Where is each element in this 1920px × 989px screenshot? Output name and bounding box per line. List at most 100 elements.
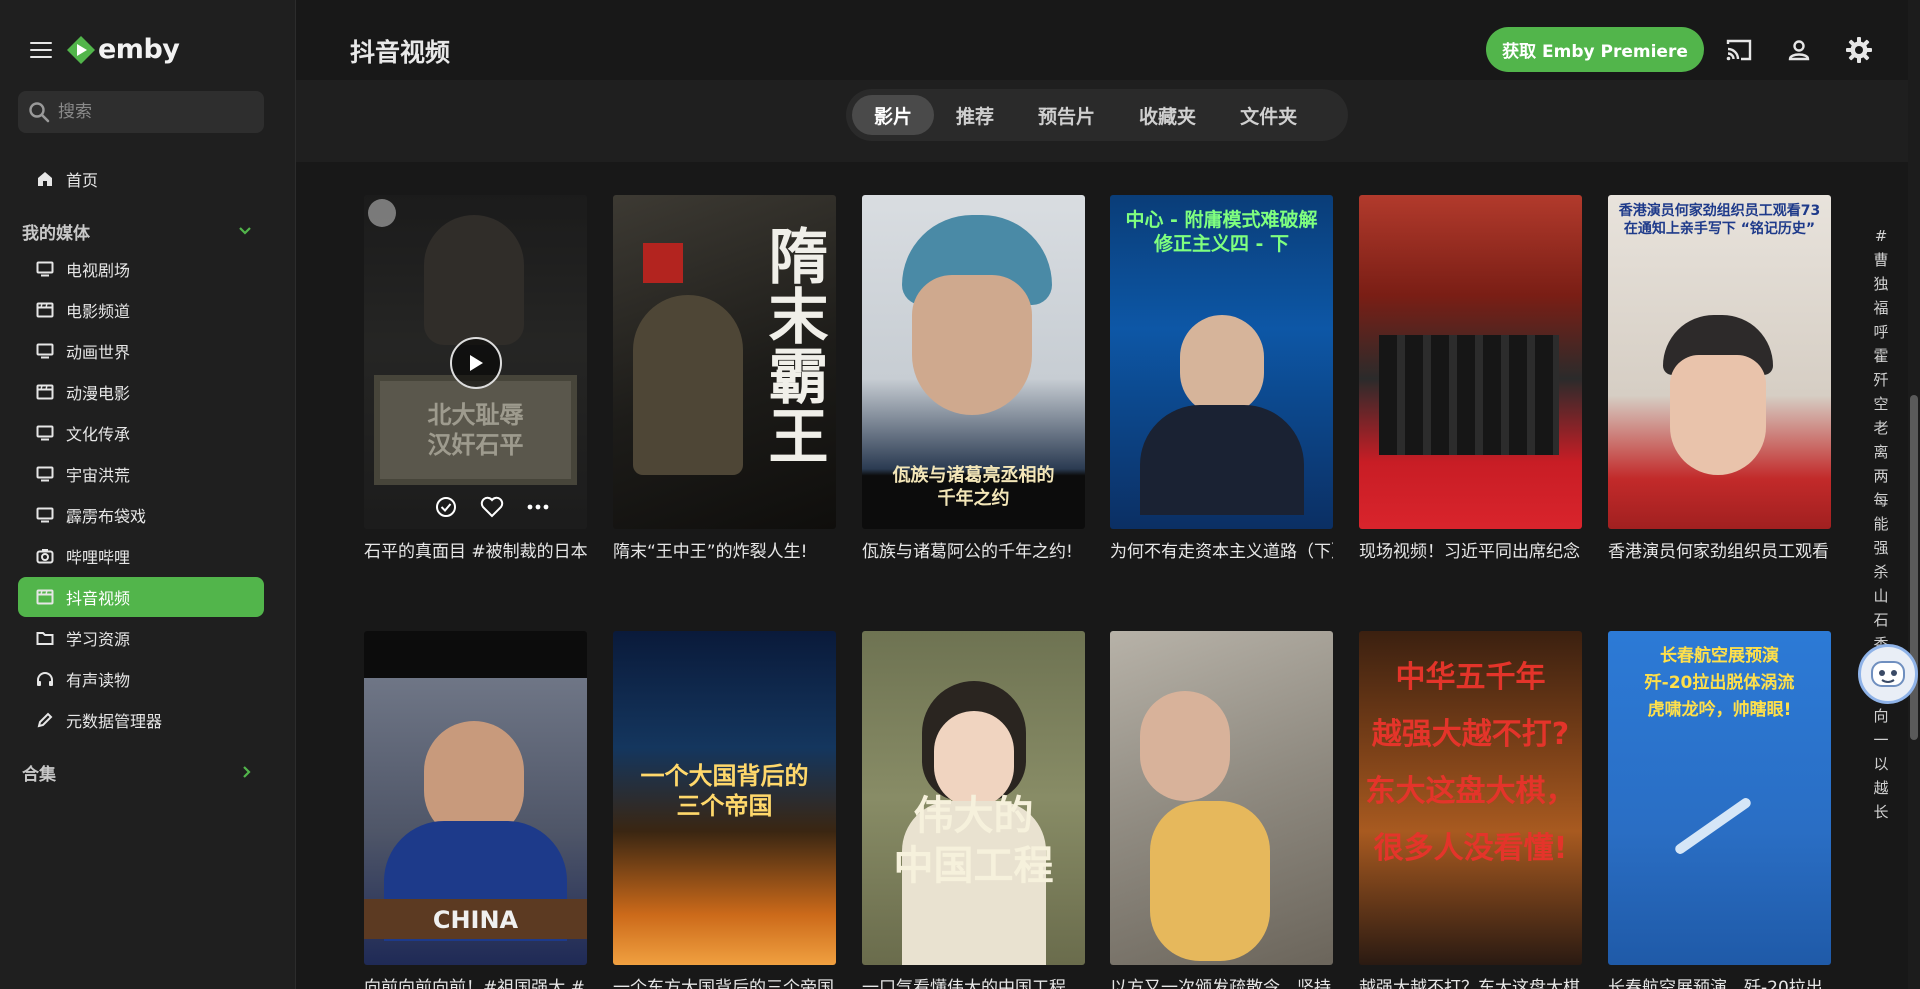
card-title[interactable]: 现场视频！习近平同出席纪念	[1359, 537, 1582, 562]
card-thumbnail[interactable]	[1359, 195, 1582, 529]
card-title[interactable]: 佤族与诸葛阿公的千年之约!	[862, 537, 1085, 562]
tab-item[interactable]: 预告片	[1016, 95, 1117, 135]
card-thumbnail[interactable]: 北大耻辱 汉奸石平	[364, 195, 587, 529]
card-thumbnail[interactable]: 香港演员何家劲组织员工观看73 在通知上亲手写下 “铭记历史”	[1608, 195, 1831, 529]
card-thumbnail[interactable]: 伟大的 中国工程	[862, 631, 1085, 965]
card-title[interactable]: 为何不有走资本主义道路（下）	[1110, 537, 1333, 562]
pencil-icon	[36, 711, 54, 729]
sidebar-item[interactable]: 动画世界	[18, 331, 264, 371]
alphabet-letter[interactable]: 越	[1873, 776, 1888, 800]
card-thumbnail[interactable]: 一个大国背后的 三个帝国	[613, 631, 836, 965]
card-title[interactable]: 石平的真面目 #被制裁的日本	[364, 537, 587, 562]
media-card[interactable]: 隋末霸王 隋末“王中王”的炸裂人生!	[613, 195, 836, 562]
media-card[interactable]: 中华五千年 越强大越不打? 东大这盘大棋，很多人没看懂! 越强大越不打？东大这盘…	[1359, 631, 1582, 989]
assistant-avatar-icon[interactable]	[1858, 644, 1918, 704]
sidebar-item[interactable]: 文化传承	[18, 413, 264, 453]
more-options-icon[interactable]	[526, 495, 550, 519]
alphabet-letter[interactable]: 空	[1873, 392, 1888, 416]
card-thumbnail[interactable]: 中心 - 附庸模式难破解 修正主义四 - 下	[1110, 195, 1333, 529]
tab-item[interactable]: 推荐	[934, 95, 1016, 135]
card-title[interactable]: 长春航空展预演，歼-20拉出	[1608, 973, 1831, 989]
card-title[interactable]: 一个东方大国背后的三个帝国	[613, 973, 836, 989]
card-thumbnail[interactable]	[1110, 631, 1333, 965]
sidebar-item[interactable]: 哔哩哔哩	[18, 536, 264, 576]
collections-section[interactable]: 合集	[18, 754, 264, 790]
alphabet-letter[interactable]: 独	[1873, 272, 1888, 296]
media-card[interactable]: 中心 - 附庸模式难破解 修正主义四 - 下 为何不有走资本主义道路（下）	[1110, 195, 1333, 562]
search-input[interactable]	[58, 102, 248, 122]
sidebar-item[interactable]: 有声读物	[18, 659, 264, 699]
card-thumbnail[interactable]: 长春航空展预演 歼-20拉出脱体涡流 虎啸龙吟，帅瞎眼!	[1608, 631, 1831, 965]
alphabet-letter[interactable]: 离	[1873, 440, 1888, 464]
played-check-icon[interactable]	[434, 495, 458, 519]
card-title[interactable]: 香港演员何家劲组织员工观看	[1608, 537, 1831, 562]
select-checkbox[interactable]	[368, 199, 396, 227]
sidebar-item[interactable]: 电影频道	[18, 290, 264, 330]
play-button[interactable]	[450, 337, 502, 389]
thumb-text: 伟大的 中国工程	[893, 792, 1054, 889]
alphabet-letter[interactable]: 霍	[1873, 344, 1888, 368]
alphabet-letter[interactable]: 曹	[1873, 248, 1888, 272]
settings-icon[interactable]	[1843, 34, 1875, 66]
card-title[interactable]: 隋末“王中王”的炸裂人生!	[613, 537, 836, 562]
alphabet-letter[interactable]: 以	[1873, 752, 1888, 776]
card-title[interactable]: 向前向前向前！#祖国强大 #	[364, 973, 587, 989]
sidebar-item[interactable]: 霹雳布袋戏	[18, 495, 264, 535]
alphabet-letter[interactable]: 两	[1873, 464, 1888, 488]
alphabet-letter[interactable]: 老	[1873, 416, 1888, 440]
alphabet-letter[interactable]: 杀	[1873, 560, 1888, 584]
sidebar-item[interactable]: 元数据管理器	[18, 700, 264, 740]
media-card[interactable]: 现场视频！习近平同出席纪念	[1359, 195, 1582, 562]
my-media-section[interactable]: 我的媒体	[18, 213, 264, 249]
alphabet-letter[interactable]: 能	[1873, 512, 1888, 536]
cast-icon[interactable]	[1723, 34, 1755, 66]
user-icon[interactable]	[1783, 34, 1815, 66]
alphabet-letter[interactable]: 强	[1873, 536, 1888, 560]
get-premiere-button[interactable]: 获取 Emby Premiere	[1486, 27, 1704, 72]
sidebar: emby 首页 我的媒体 电视剧场电影频道动画世界动漫电影文化传承宇宙洪荒霹雳布…	[0, 0, 296, 989]
media-card[interactable]: CHINA 向前向前向前！#祖国强大 #	[364, 631, 587, 989]
card-title[interactable]: 一口气看懂伟大的中国工程	[862, 973, 1085, 989]
sidebar-item-home[interactable]: 首页	[18, 159, 264, 199]
tab-item[interactable]: 影片	[852, 95, 935, 135]
alphabet-letter[interactable]: 石	[1873, 608, 1888, 632]
media-card[interactable]: 香港演员何家劲组织员工观看73 在通知上亲手写下 “铭记历史” 香港演员何家劲组…	[1608, 195, 1831, 562]
tab-item[interactable]: 收藏夹	[1117, 95, 1218, 135]
alphabet-letter[interactable]: 一	[1873, 728, 1888, 752]
media-card[interactable]: 北大耻辱 汉奸石平 石平的真面目 #被制裁的日本	[364, 195, 587, 562]
search-box[interactable]	[18, 91, 264, 133]
sidebar-item-label: 有声读物	[66, 671, 131, 690]
emby-logo[interactable]: emby	[66, 34, 180, 65]
thumb-text: CHINA	[432, 906, 519, 934]
sidebar-item[interactable]: 学习资源	[18, 618, 264, 658]
alphabet-letter[interactable]: #	[1875, 224, 1888, 248]
sidebar-item[interactable]: 抖音视频	[18, 577, 264, 617]
tv-icon	[36, 424, 54, 442]
media-card[interactable]: 以方又一次颁发疏散令，坚持	[1110, 631, 1333, 989]
media-card[interactable]: 长春航空展预演 歼-20拉出脱体涡流 虎啸龙吟，帅瞎眼! 长春航空展预演，歼-2…	[1608, 631, 1831, 989]
menu-icon[interactable]	[30, 41, 52, 58]
media-card[interactable]: 佤族与诸葛亮丞相的 千年之约 佤族与诸葛阿公的千年之约!	[862, 195, 1085, 562]
card-title[interactable]: 越强大越不打？东大这盘大棋	[1359, 973, 1582, 989]
thumb-text: 香港演员何家劲组织员工观看73 在通知上亲手写下 “铭记历史”	[1618, 203, 1821, 237]
tab-item[interactable]: 文件夹	[1218, 95, 1319, 135]
alphabet-letter[interactable]: 歼	[1873, 368, 1888, 392]
sidebar-item[interactable]: 电视剧场	[18, 249, 264, 289]
alphabet-letter[interactable]: 长	[1873, 800, 1888, 824]
alphabet-letter[interactable]: 山	[1873, 584, 1888, 608]
card-thumbnail[interactable]: 中华五千年 越强大越不打? 东大这盘大棋，很多人没看懂!	[1359, 631, 1582, 965]
sidebar-item[interactable]: 宇宙洪荒	[18, 454, 264, 494]
card-title[interactable]: 以方又一次颁发疏散令，坚持	[1110, 973, 1333, 989]
card-thumbnail[interactable]: 隋末霸王	[613, 195, 836, 529]
sidebar-item-label: 哔哩哔哩	[66, 548, 131, 567]
sidebar-item[interactable]: 动漫电影	[18, 372, 264, 412]
alphabet-letter[interactable]: 每	[1873, 488, 1888, 512]
alphabet-letter[interactable]: 福	[1873, 296, 1888, 320]
card-thumbnail[interactable]: CHINA	[364, 631, 587, 965]
media-card[interactable]: 伟大的 中国工程 一口气看懂伟大的中国工程	[862, 631, 1085, 989]
media-card[interactable]: 一个大国背后的 三个帝国 一个东方大国背后的三个帝国	[613, 631, 836, 989]
card-thumbnail[interactable]: 佤族与诸葛亮丞相的 千年之约	[862, 195, 1085, 529]
alphabet-letter[interactable]: 呼	[1873, 320, 1888, 344]
alphabet-letter[interactable]: 向	[1873, 704, 1888, 728]
favorite-heart-icon[interactable]	[480, 495, 504, 519]
